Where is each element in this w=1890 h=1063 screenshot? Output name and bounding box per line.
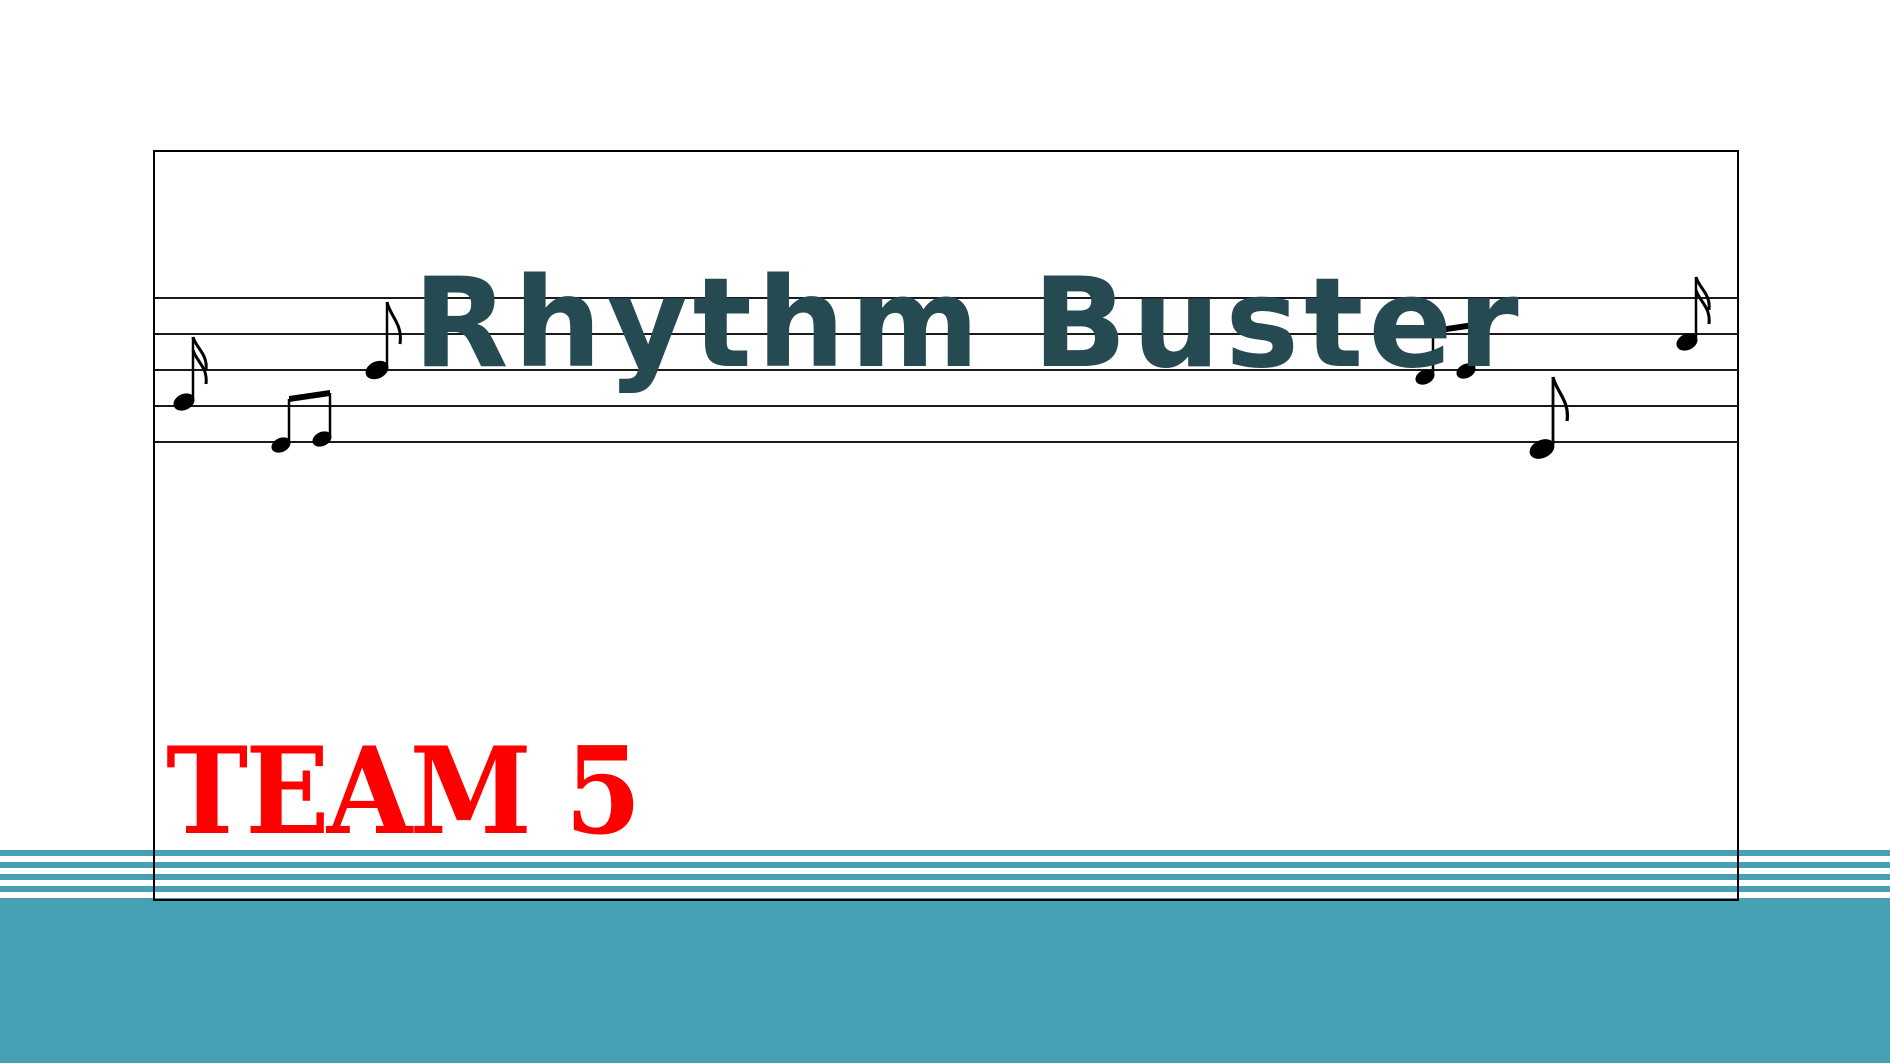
team-label: TEAM 5 (166, 721, 642, 862)
sixteenth-note-icon (173, 336, 208, 411)
title-slide: Rhythm Buster TEAM 5 (0, 0, 1890, 1063)
sixteenth-note-icon (1676, 276, 1711, 351)
eighth-note-icon (365, 301, 402, 380)
slide-title: Rhythm Buster (413, 252, 1524, 396)
eighth-note-icon (1529, 376, 1569, 459)
teal-band (0, 898, 1890, 1063)
beamed-eighth-notes-icon (271, 390, 332, 453)
